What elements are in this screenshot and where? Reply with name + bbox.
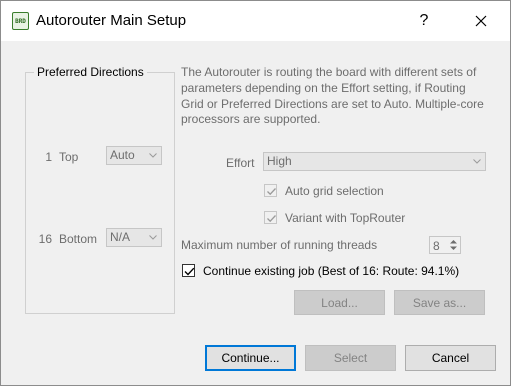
max-threads-label: Maximum number of running threads <box>181 238 378 252</box>
effort-select[interactable]: High <box>263 152 486 171</box>
layer-number-top: 1 <box>45 150 52 164</box>
continue-job-label: Continue existing job (Best of 16: Route… <box>203 264 460 278</box>
layer-number-bottom: 16 <box>38 232 52 246</box>
app-icon: BRD <box>12 12 29 30</box>
direction-value-top: Auto <box>110 148 135 162</box>
continue-job-checkbox[interactable] <box>182 264 195 277</box>
effort-value: High <box>267 154 292 168</box>
help-icon: ? <box>419 12 429 29</box>
direction-select-bottom[interactable]: N/A <box>106 228 162 247</box>
direction-select-top[interactable]: Auto <box>106 146 162 165</box>
chevron-down-icon <box>149 229 157 246</box>
max-threads-value: 8 <box>433 239 440 253</box>
continue-button[interactable]: Continue... <box>205 345 296 371</box>
preferred-directions-title: Preferred Directions <box>34 65 147 79</box>
auto-grid-checkbox[interactable] <box>264 184 277 197</box>
direction-value-bottom: N/A <box>110 230 131 244</box>
preferred-directions-group <box>25 72 175 314</box>
title-bar: BRD Autorouter Main Setup ? <box>1 1 510 41</box>
help-button[interactable]: ? <box>409 1 439 41</box>
select-button[interactable]: Select <box>305 345 396 371</box>
window-title: Autorouter Main Setup <box>36 12 187 29</box>
checkmark-icon <box>184 267 195 276</box>
description-text: The Autorouter is routing the board with… <box>181 65 484 127</box>
save-as-button[interactable]: Save as... <box>394 290 485 315</box>
max-threads-spinner[interactable]: 8 <box>429 236 461 254</box>
load-button[interactable]: Load... <box>294 290 385 315</box>
variant-toprouter-checkbox[interactable] <box>264 211 277 224</box>
close-icon <box>475 15 487 27</box>
chevron-down-icon <box>149 147 157 164</box>
chevron-down-icon <box>473 153 481 170</box>
effort-label: Effort <box>226 156 255 170</box>
auto-grid-label: Auto grid selection <box>285 184 384 198</box>
layer-name-bottom: Bottom <box>59 232 98 246</box>
close-button[interactable] <box>461 1 501 41</box>
layer-name-top: Top <box>59 150 79 164</box>
checkmark-icon <box>267 188 276 196</box>
spinner-arrows-icon[interactable] <box>448 238 459 252</box>
variant-toprouter-label: Variant with TopRouter <box>285 211 406 225</box>
checkmark-icon <box>267 215 276 223</box>
autorouter-setup-dialog: BRD Autorouter Main Setup ? Preferred Di… <box>0 0 511 386</box>
cancel-button[interactable]: Cancel <box>405 345 496 371</box>
